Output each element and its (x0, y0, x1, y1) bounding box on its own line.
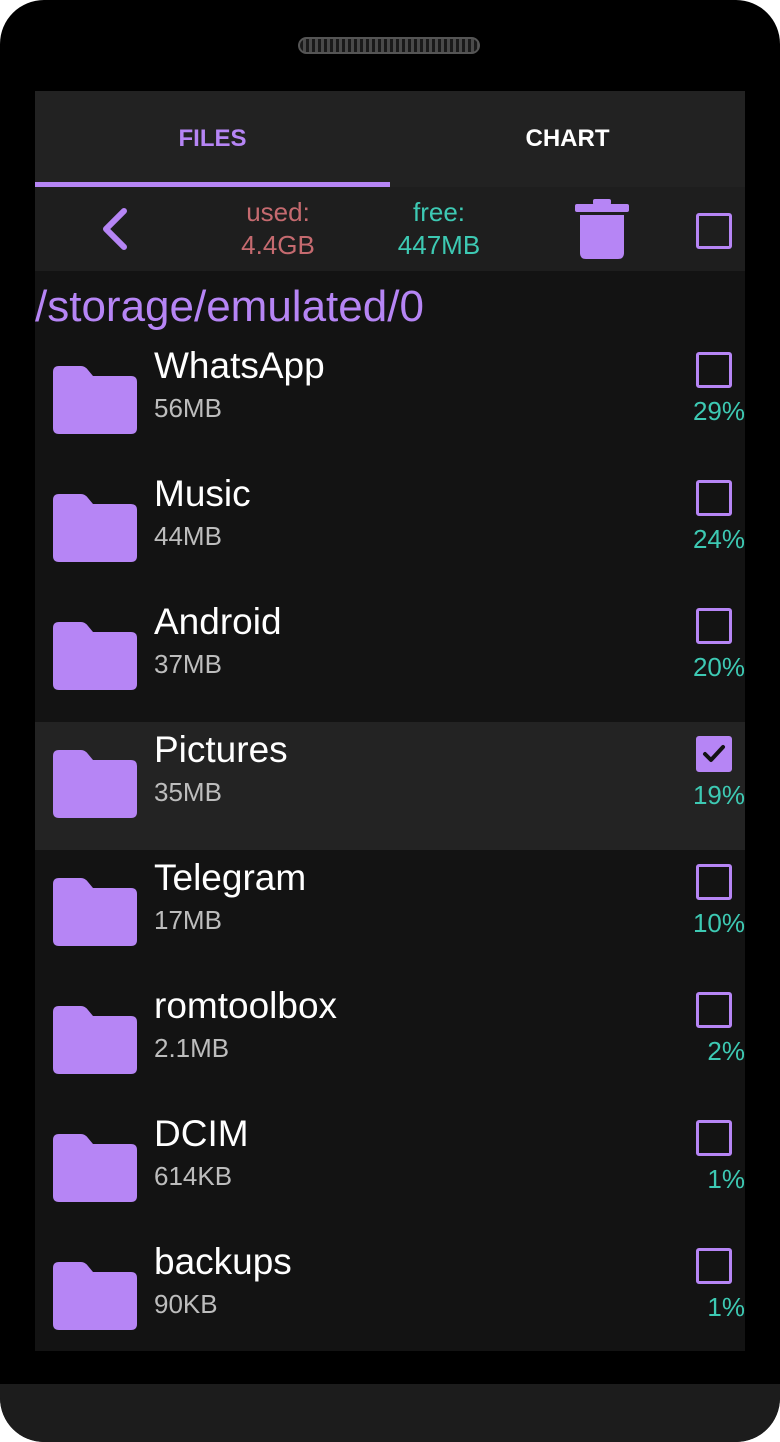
list-item[interactable]: backups 90KB 1% (35, 1234, 745, 1351)
folder-icon (53, 366, 137, 434)
folder-icon (53, 1262, 137, 1330)
folder-size: 35MB (154, 777, 222, 807)
folder-icon (53, 878, 137, 946)
phone-chin (0, 1384, 780, 1442)
app-screen: FILES CHART used: 4.4GB free: 447MB /sto… (35, 91, 745, 1351)
item-checkbox[interactable] (696, 736, 732, 772)
folder-size: 56MB (154, 393, 222, 423)
folder-percent: 19% (692, 780, 745, 810)
used-value: 4.4GB (241, 230, 315, 260)
list-item[interactable]: Telegram 17MB 10% (35, 850, 745, 978)
earpiece-speaker (298, 37, 480, 54)
folder-icon (53, 1006, 137, 1074)
item-checkbox[interactable] (696, 992, 732, 1028)
list-item[interactable]: Android 37MB 20% (35, 594, 745, 722)
used-label: used: (246, 197, 310, 227)
folder-name: romtoolbox (154, 985, 338, 1026)
folder-name: Pictures (154, 729, 288, 770)
folder-name: Music (154, 473, 251, 514)
back-button[interactable] (95, 207, 139, 251)
item-checkbox[interactable] (696, 608, 732, 644)
item-checkbox[interactable] (696, 1120, 732, 1156)
folder-size: 90KB (154, 1289, 218, 1319)
chevron-left-icon (103, 208, 127, 250)
folder-size: 17MB (154, 905, 222, 935)
folder-icon (53, 750, 137, 818)
item-checkbox[interactable] (696, 1248, 732, 1284)
folder-percent: 20% (692, 652, 745, 682)
free-value: 447MB (397, 230, 481, 260)
folder-percent: 10% (692, 908, 745, 938)
folder-icon (53, 494, 137, 562)
folder-name: DCIM (154, 1113, 249, 1154)
trash-icon (575, 199, 629, 259)
folder-percent: 24% (692, 524, 745, 554)
folder-size: 44MB (154, 521, 222, 551)
folder-size: 614KB (154, 1161, 233, 1191)
list-item[interactable]: Music 44MB 24% (35, 466, 745, 594)
folder-icon (53, 1134, 137, 1202)
folder-percent: 1% (707, 1292, 745, 1322)
current-path: /storage/emulated/0 (35, 282, 424, 331)
item-checkbox[interactable] (696, 480, 732, 516)
item-checkbox[interactable] (696, 864, 732, 900)
item-checkbox[interactable] (696, 352, 732, 388)
tab-chart[interactable]: CHART (390, 91, 745, 187)
storage-toolbar: used: 4.4GB free: 447MB (35, 187, 745, 271)
tab-files[interactable]: FILES (35, 91, 390, 187)
list-item[interactable]: WhatsApp 56MB 29% (35, 338, 745, 466)
folder-size: 37MB (154, 649, 222, 679)
folder-percent: 1% (707, 1164, 745, 1194)
list-item[interactable]: Pictures 35MB 19% (35, 722, 745, 850)
phone-frame: FILES CHART used: 4.4GB free: 447MB /sto… (0, 0, 780, 1442)
list-item[interactable]: romtoolbox 2.1MB 2% (35, 978, 745, 1106)
folder-icon (53, 622, 137, 690)
folder-name: Telegram (154, 857, 307, 898)
delete-button[interactable] (575, 199, 629, 259)
folder-name: Android (154, 601, 282, 642)
tab-bar: FILES CHART (35, 91, 745, 187)
list-item[interactable]: DCIM 614KB 1% (35, 1106, 745, 1234)
select-all-checkbox[interactable] (696, 213, 732, 249)
free-label: free: (412, 197, 466, 227)
folder-percent: 29% (692, 396, 745, 426)
folder-size: 2.1MB (154, 1033, 230, 1063)
folder-name: backups (154, 1241, 292, 1282)
folder-percent: 2% (707, 1036, 745, 1066)
folder-name: WhatsApp (154, 345, 325, 386)
